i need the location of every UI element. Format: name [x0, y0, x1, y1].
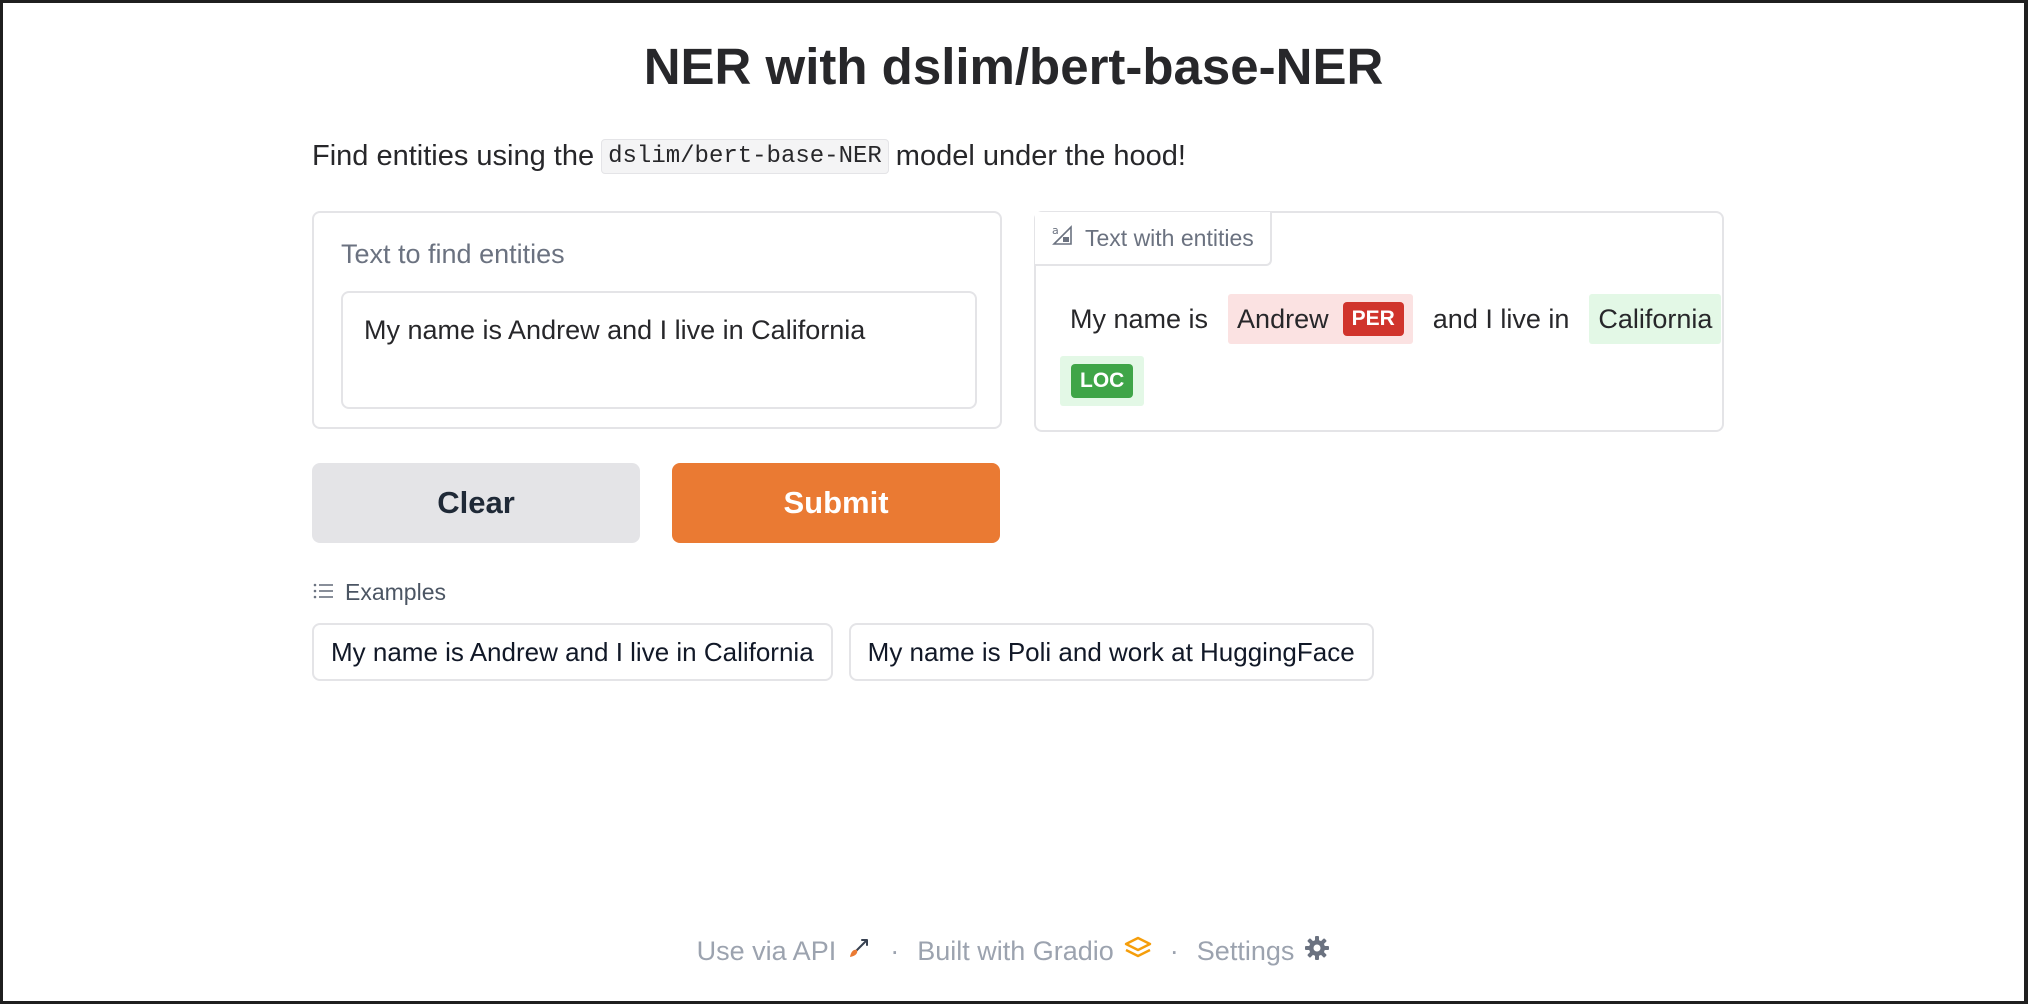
footer-separator: ·: [1169, 936, 1179, 966]
footer: Use via API · Built with Gradio · Settin…: [3, 935, 2024, 968]
output-label-tab: a Text with entities: [1035, 212, 1272, 266]
footer-separator: ·: [890, 936, 900, 966]
submit-button[interactable]: Submit: [672, 463, 1000, 543]
description-prefix: Find entities using the: [312, 140, 595, 172]
description-suffix: model under the hood!: [895, 140, 1186, 172]
example-item[interactable]: My name is Andrew and I live in Californ…: [312, 623, 833, 681]
use-via-api-link[interactable]: Use via API: [697, 935, 873, 968]
entity-label-loc: LOC: [1071, 364, 1134, 398]
examples-header: Examples: [313, 579, 446, 606]
output-panel: a Text with entities My name is Andrew P…: [1034, 211, 1724, 432]
page-description: Find entities using the dslim/bert-base-…: [312, 139, 1186, 174]
built-with-gradio-link[interactable]: Built with Gradio: [917, 936, 1152, 967]
plain-segment: and I live in: [1432, 304, 1570, 334]
highlight-line: LOC: [1060, 356, 1710, 406]
plain-segment: My name is: [1070, 304, 1209, 334]
text-input[interactable]: My name is Andrew and I live in Californ…: [341, 291, 977, 409]
output-label: Text with entities: [1085, 224, 1254, 251]
entity-per: Andrew PER: [1228, 294, 1413, 344]
highlighted-text-icon: a: [1051, 224, 1073, 252]
examples-list: My name is Andrew and I live in Californ…: [312, 623, 1374, 681]
entity-text: California: [1598, 304, 1713, 334]
entity-loc: California: [1589, 294, 1722, 344]
settings-label: Settings: [1196, 936, 1295, 966]
list-icon: [313, 579, 333, 606]
example-item[interactable]: My name is Poli and work at HuggingFace: [848, 623, 1374, 681]
rocket-icon: [846, 935, 872, 968]
gradio-logo-icon: [1124, 936, 1152, 967]
built-with-gradio-label: Built with Gradio: [917, 936, 1114, 966]
entity-text: Andrew: [1237, 304, 1329, 334]
model-code: dslim/bert-base-NER: [601, 139, 889, 174]
entity-label-per: PER: [1342, 302, 1404, 336]
input-panel: Text to find entities My name is Andrew …: [312, 211, 1002, 429]
svg-text:a: a: [1052, 224, 1059, 237]
entity-loc-continuation: LOC: [1060, 356, 1145, 406]
settings-link[interactable]: Settings: [1197, 935, 1331, 968]
gear-icon: [1304, 935, 1330, 968]
examples-label: Examples: [345, 579, 446, 605]
use-via-api-label: Use via API: [696, 936, 837, 966]
input-label: Text to find entities: [341, 239, 565, 269]
clear-button[interactable]: Clear: [312, 463, 640, 543]
page-title: NER with dslim/bert-base-NER: [643, 38, 1384, 95]
highlighted-text: My name is Andrew PER and I live in Cali…: [1060, 294, 1722, 406]
highlight-line: My name is Andrew PER and I live in Cali…: [1060, 294, 1722, 344]
app-frame: NER with dslim/bert-base-NER Find entiti…: [3, 3, 2024, 1001]
